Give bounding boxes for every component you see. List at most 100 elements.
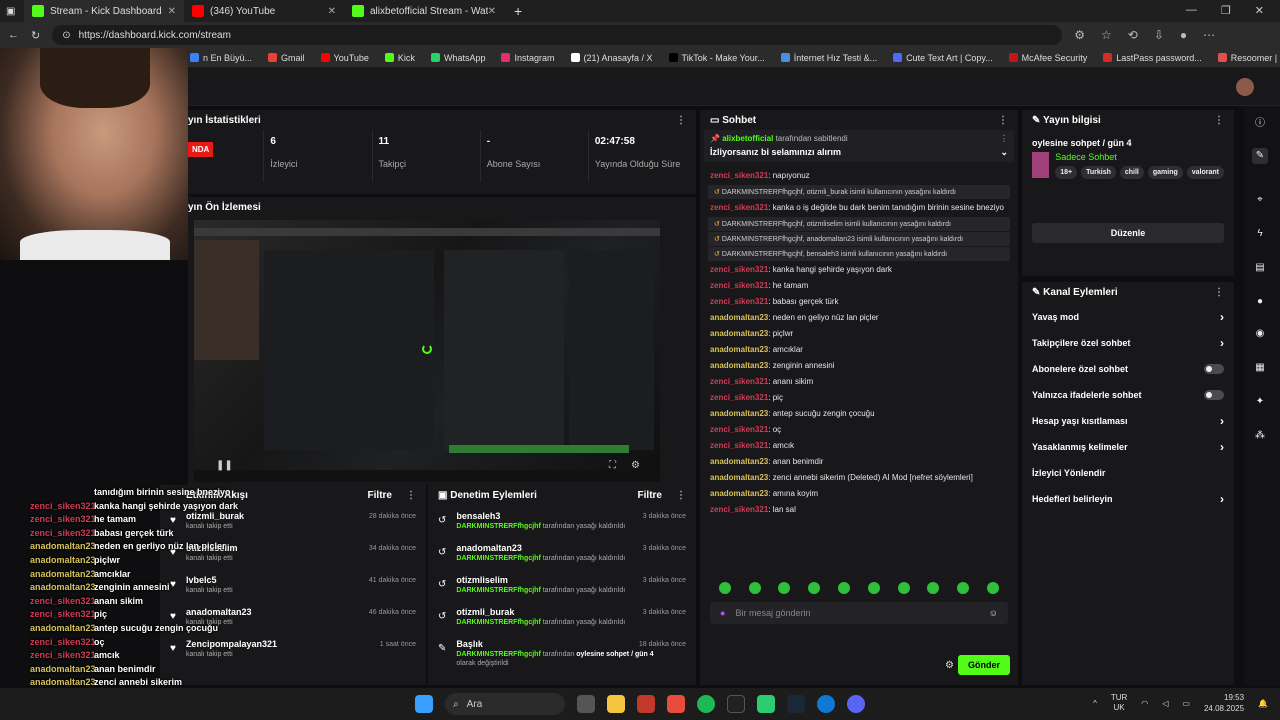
emote-icon[interactable]	[867, 582, 880, 594]
fullscreen-icon[interactable]: ⛶	[609, 460, 616, 471]
stream-tag[interactable]: valorant	[1186, 166, 1224, 179]
chevron-up-icon[interactable]: ^	[1093, 699, 1097, 708]
bookmark-item[interactable]: Cute Text Art | Copy...	[893, 53, 993, 63]
favorites-icon[interactable]: ☆	[1101, 28, 1112, 42]
chat-username[interactable]: anadomaltan23	[710, 329, 768, 338]
emoji-icon[interactable]: ☺	[989, 608, 998, 618]
broadcast-icon[interactable]: ◉	[1252, 326, 1268, 342]
chat-username[interactable]: zenci_siken321	[710, 171, 768, 180]
bookmark-item[interactable]: Gmail	[268, 53, 305, 63]
chat-username[interactable]: anadomaltan23	[710, 345, 768, 354]
app-dark-icon[interactable]	[727, 695, 745, 713]
bolt-icon[interactable]: ϟ	[1252, 226, 1268, 242]
filter-button[interactable]: Filtre	[638, 490, 662, 501]
bookmark-item[interactable]: McAfee Security	[1008, 53, 1087, 63]
emote-icon[interactable]	[748, 582, 761, 594]
chat-username[interactable]: zenci_siken321	[710, 425, 768, 434]
chat-username[interactable]: anadomaltan23	[710, 361, 768, 370]
close-icon[interactable]: ✕	[328, 6, 336, 17]
file-explorer-icon[interactable]	[607, 695, 625, 713]
spotify-icon[interactable]	[697, 695, 715, 713]
tab-kick-watch[interactable]: alixbetofficial Stream - Watch Live ✕	[344, 0, 504, 22]
browser-menu-icon[interactable]: ▣	[0, 0, 24, 22]
bookmark-item[interactable]: n En Büyü...	[190, 53, 252, 63]
chat-username[interactable]: zenci_siken321	[710, 297, 768, 306]
emote-icon[interactable]	[808, 582, 821, 594]
menu-icon[interactable]: ⋯	[1203, 28, 1215, 42]
channel-action-item[interactable]: İzleyici Yönlendir	[1022, 460, 1234, 486]
chat-username[interactable]: zenci_siken321	[710, 265, 768, 274]
mod-by[interactable]: DARKMINSTRERFfhgcjhf	[456, 619, 540, 626]
stream-preview[interactable]: ❚❚ ⚙ ⛶	[194, 220, 660, 482]
close-icon[interactable]: ✕	[488, 6, 496, 17]
windows-start-icon[interactable]	[415, 695, 433, 713]
more-options-icon[interactable]: ⋮	[406, 490, 416, 501]
edit-button[interactable]: Düzenle	[1032, 223, 1224, 243]
volume-icon[interactable]: ◁	[1162, 699, 1168, 708]
channel-action-item[interactable]: Yasaklanmış kelimeler ›	[1022, 434, 1234, 460]
close-window-icon[interactable]: ✕	[1255, 4, 1264, 17]
send-button[interactable]: Gönder	[957, 655, 1010, 675]
chat-settings-icon[interactable]: ⚙	[945, 660, 954, 671]
chat-username[interactable]: zenci_siken321	[710, 505, 768, 514]
mod-by[interactable]: DARKMINSTRERFfhgcjhf	[456, 555, 540, 562]
mod-user[interactable]: anadomaltan23	[456, 543, 625, 553]
bookmark-item[interactable]: (21) Anasayfa / X	[570, 53, 653, 63]
chat-username[interactable]: anadomaltan23	[710, 313, 768, 322]
battery-icon[interactable]: ▭	[1182, 699, 1190, 708]
stream-tag[interactable]: gaming	[1147, 166, 1183, 179]
filter-button[interactable]: Filtre	[368, 490, 392, 501]
wifi-icon[interactable]: ◠	[1141, 699, 1148, 708]
task-view-icon[interactable]	[577, 695, 595, 713]
profile-icon[interactable]: ●	[1180, 28, 1187, 42]
mic-icon[interactable]: ●	[720, 608, 725, 618]
pencil-icon[interactable]: ✎	[1252, 148, 1268, 164]
category-name[interactable]: Sadece Sohbet	[1055, 152, 1224, 162]
bookmark-item[interactable]: İnternet Hız Testi &...	[780, 53, 877, 63]
app-red-icon[interactable]	[637, 695, 655, 713]
channel-action-item[interactable]: Takipçilere özel sohbet ›	[1022, 330, 1234, 356]
chat-username[interactable]: zenci_siken321	[710, 393, 768, 402]
settings-icon[interactable]: ⚙	[631, 460, 640, 471]
mod-user[interactable]: otizmliselim	[456, 575, 625, 585]
bookmark-item[interactable]: Instagram	[501, 53, 555, 63]
mod-by[interactable]: DARKMINSTRERFfhgcjhf	[456, 587, 540, 594]
more-options-icon[interactable]: ⋮	[1214, 287, 1224, 298]
more-options-icon[interactable]: ⋮	[1214, 115, 1224, 126]
info-icon[interactable]: ⓘ	[1252, 116, 1268, 132]
chevron-down-icon[interactable]: ⌄	[1000, 147, 1008, 158]
more-options-icon[interactable]: ⋮	[998, 115, 1008, 126]
toggle-switch[interactable]	[1204, 364, 1224, 374]
downloads-icon[interactable]: ⇩	[1154, 28, 1164, 42]
bookmark-item[interactable]: Resoomer | Çevrimi...	[1217, 53, 1280, 63]
lang-label[interactable]: TUR	[1111, 693, 1127, 702]
stream-tag[interactable]: 18+	[1055, 166, 1078, 179]
emote-icon[interactable]	[957, 582, 970, 594]
minimize-icon[interactable]: —	[1186, 4, 1197, 17]
new-tab-button[interactable]: +	[504, 3, 532, 19]
history-icon[interactable]: ⟲	[1128, 28, 1138, 42]
notification-icon[interactable]: 🔔	[1258, 699, 1268, 708]
chat-username[interactable]: anadomaltan23	[710, 457, 768, 466]
more-options-icon[interactable]: ⋮	[676, 490, 686, 501]
emote-icon[interactable]	[718, 582, 731, 594]
channel-action-item[interactable]: Yalnızca ifadelerle sohbet	[1022, 382, 1234, 408]
emote-icon[interactable]	[927, 582, 940, 594]
bookmark-item[interactable]: TikTok - Make Your...	[668, 53, 765, 63]
back-icon[interactable]: ←	[8, 29, 19, 41]
chat-username[interactable]: zenci_siken321	[710, 377, 768, 386]
stream-tag[interactable]: Turkish	[1081, 166, 1116, 179]
emote-icon[interactable]	[987, 582, 1000, 594]
discord-icon[interactable]	[847, 695, 865, 713]
site-info-icon[interactable]: ⊙	[62, 30, 70, 41]
channel-action-item[interactable]: Hesap yaşı kısıtlaması ›	[1022, 408, 1234, 434]
app-diamond-icon[interactable]	[667, 695, 685, 713]
share-icon[interactable]: ⁂	[1252, 428, 1268, 444]
chat-bubble-icon[interactable]: ●	[1252, 294, 1268, 310]
steam-icon[interactable]	[787, 695, 805, 713]
stream-tag[interactable]: chill	[1119, 166, 1144, 179]
extensions-icon[interactable]: ⚙	[1074, 28, 1085, 42]
mod-by[interactable]: DARKMINSTRERFfhgcjhf	[456, 523, 540, 530]
bookmark-item[interactable]: Kick	[384, 53, 415, 63]
chat-input[interactable]: ● Bir mesaj gönderin ☺	[710, 602, 1008, 624]
